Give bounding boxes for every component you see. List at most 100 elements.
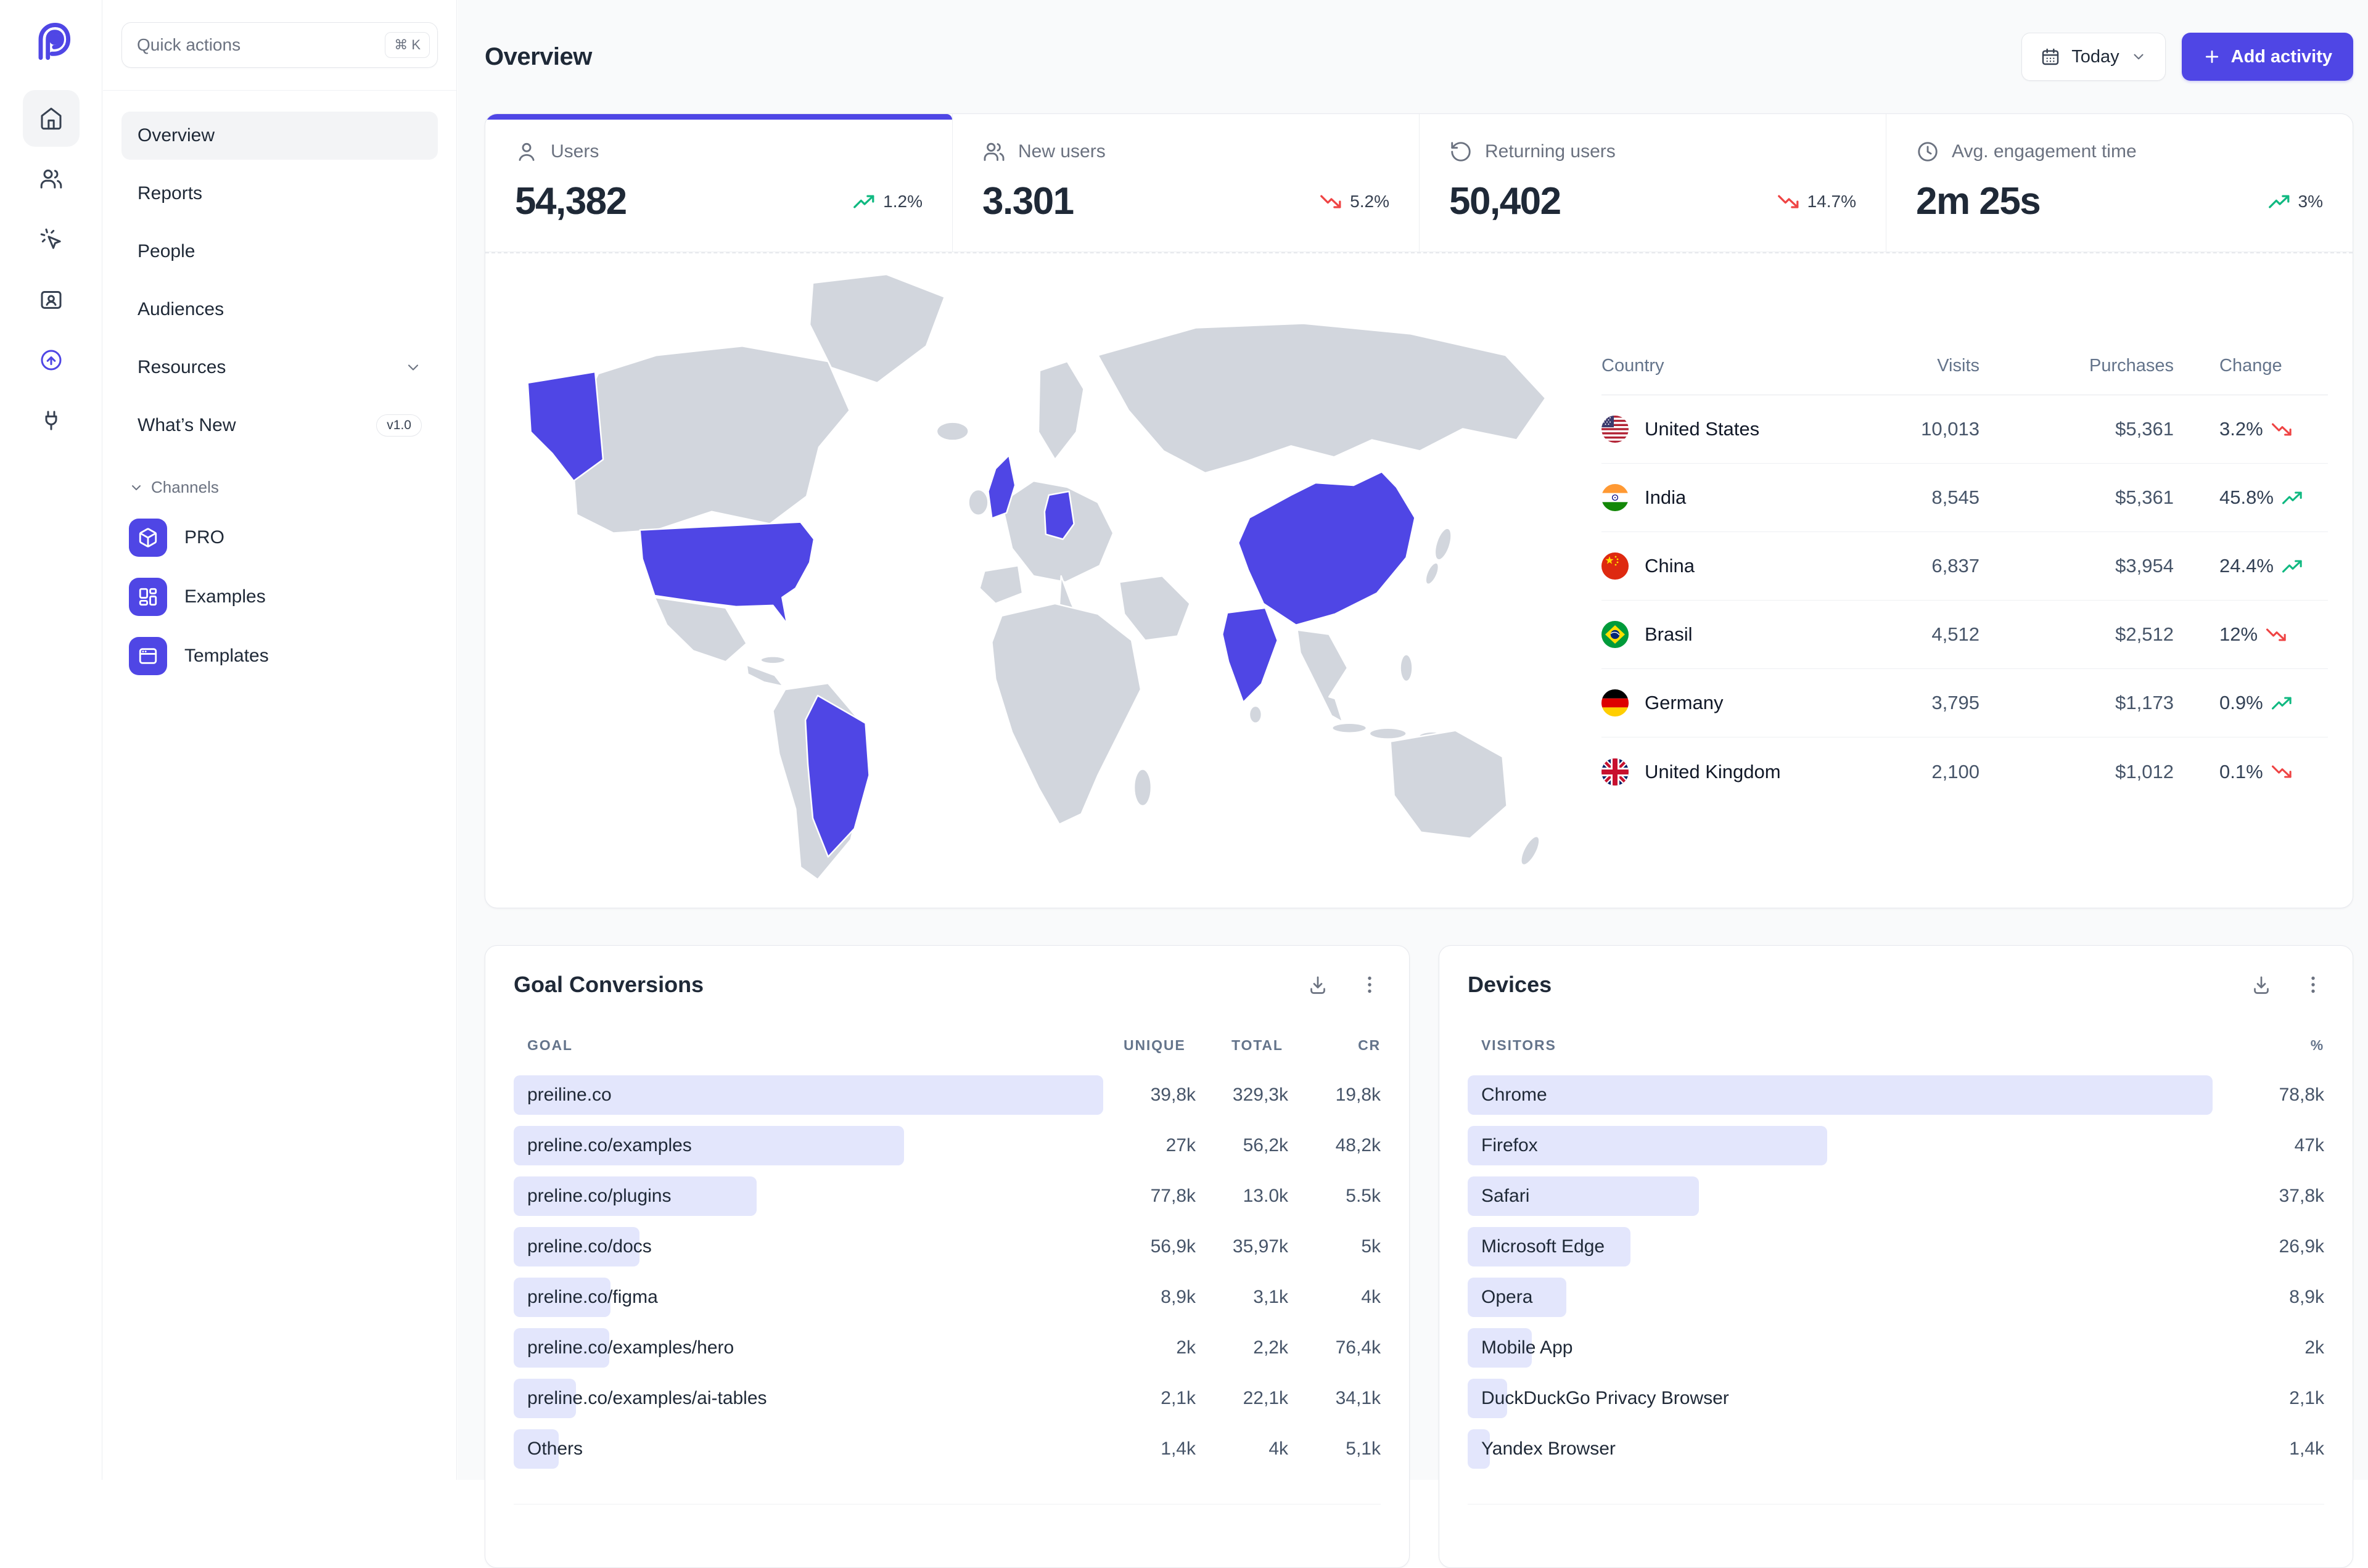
channel-item-templates[interactable]: Templates — [121, 626, 438, 686]
de-flag-icon — [1601, 689, 1629, 716]
quick-actions-button[interactable]: Quick actions ⌘ K — [121, 22, 438, 68]
panel-actions — [2250, 974, 2324, 996]
sidebar-item-audiences[interactable]: Audiences — [121, 285, 438, 334]
rail-item-plug-icon[interactable] — [23, 392, 80, 449]
overview-card: Users 54,382 1.2% New users 3.301 5.2% — [485, 113, 2353, 908]
device-name: DuckDuckGo Privacy Browser — [1481, 1388, 1729, 1409]
country-visits: 6,837 — [1862, 555, 1980, 577]
sidebar-item-label: Reports — [138, 183, 202, 204]
channel-item-pro[interactable]: PRO — [121, 508, 438, 567]
device-value: 1,4k — [2289, 1439, 2324, 1459]
goal-total: 2,2k — [1196, 1337, 1288, 1358]
change-value: 24.4% — [2219, 555, 2274, 577]
sidebar-item-what-s-new[interactable]: What’s New v1.0 — [121, 401, 438, 449]
goal-unique: 56,9k — [1103, 1236, 1196, 1257]
goal-unique: 1,4k — [1103, 1439, 1196, 1459]
goal-cr: 4k — [1288, 1287, 1381, 1308]
preline-logo[interactable] — [30, 20, 72, 62]
kebab-menu-icon[interactable] — [1359, 974, 1381, 996]
goal-total: 13.0k — [1196, 1186, 1288, 1207]
chevron-down-icon — [129, 480, 144, 495]
sidebar-item-reports[interactable]: Reports — [121, 170, 438, 218]
stat-trend: 1.2% — [853, 192, 923, 211]
rail-item-home-icon[interactable] — [23, 90, 80, 147]
stat-trend: 5.2% — [1320, 192, 1389, 211]
goal-row-preline-co-figma: preline.co/figma 8,9k 3,1k 4k — [514, 1272, 1381, 1323]
rail-item-users-icon[interactable] — [23, 150, 80, 207]
chevron-down-icon — [2131, 49, 2147, 65]
stat-tile-new-users[interactable]: New users 3.301 5.2% — [952, 114, 1419, 252]
map-mexico — [655, 597, 747, 662]
sidebar-item-label: Resources — [138, 357, 226, 378]
device-name: Mobile App — [1481, 1337, 1572, 1358]
country-change: 0.9% — [2174, 692, 2328, 714]
panel-title: Goal Conversions — [514, 972, 704, 998]
add-activity-button[interactable]: Add activity — [2182, 33, 2353, 81]
goal-row-preline-co-examples: preline.co/examples 27k 56,2k 48,2k — [514, 1120, 1381, 1171]
channels-label: Channels — [151, 478, 219, 497]
trend-down-icon — [2272, 422, 2293, 437]
column-purchases: Purchases — [1980, 356, 2174, 376]
device-row-chrome: Chrome 78,8k — [1468, 1070, 2324, 1120]
goal-total: 4k — [1196, 1439, 1288, 1459]
trend-up-icon — [2269, 194, 2291, 210]
trend-value: 5.2% — [1350, 192, 1389, 211]
column-total: TOTAL — [1191, 1037, 1283, 1054]
column-visits: Visits — [1862, 356, 1980, 376]
country-name: Germany — [1645, 692, 1723, 714]
country-name: United Kingdom — [1645, 761, 1781, 783]
stat-tile-returning-users[interactable]: Returning users 50,402 14.7% — [1419, 114, 1886, 252]
goal-total: 329,3k — [1196, 1085, 1288, 1106]
country-visits: 8,545 — [1862, 486, 1980, 509]
download-icon[interactable] — [2250, 974, 2272, 996]
column-unique: UNIQUE — [1093, 1037, 1186, 1054]
world-map — [494, 269, 1573, 892]
panel-title: Devices — [1468, 972, 1552, 998]
stat-tile-users[interactable]: Users 54,382 1.2% — [485, 114, 952, 252]
rail-item-arrow-up-circle-icon[interactable] — [23, 332, 80, 388]
stat-tile-avg-engagement-time[interactable]: Avg. engagement time 2m 25s 3% — [1886, 114, 2353, 252]
country-table: Country Visits Purchases Change United S… — [1573, 269, 2334, 892]
goal-unique: 2,1k — [1103, 1388, 1196, 1409]
sidebar-item-resources[interactable]: Resources — [121, 343, 438, 392]
map-ireland — [969, 490, 989, 515]
shortcut-badge: ⌘ K — [385, 32, 430, 58]
channel-item-examples[interactable]: Examples — [121, 567, 438, 626]
country-rows: United States 10,013 $5,361 3.2% India 8… — [1601, 395, 2328, 806]
map-japan — [1431, 527, 1454, 562]
goal-cr: 48,2k — [1288, 1135, 1381, 1156]
device-value: 37,8k — [2279, 1186, 2324, 1207]
stat-label: Returning users — [1485, 141, 1616, 162]
panel-actions — [1307, 974, 1381, 996]
column-change: Change — [2174, 356, 2328, 376]
date-range-button[interactable]: Today — [2021, 33, 2165, 81]
rail-item-cursor-click-icon[interactable] — [23, 211, 80, 268]
country-purchases: $3,954 — [1980, 555, 2174, 577]
map-alaska — [528, 372, 603, 481]
download-icon[interactable] — [1307, 974, 1329, 996]
sidebar-item-people[interactable]: People — [121, 228, 438, 276]
channel-label: Templates — [184, 646, 269, 667]
geo-section: Country Visits Purchases Change United S… — [485, 252, 2353, 908]
trend-down-icon — [2272, 764, 2293, 779]
sidebar-item-overview[interactable]: Overview — [121, 112, 438, 160]
map-iceland — [937, 422, 969, 441]
stat-label: New users — [1018, 141, 1106, 162]
device-value: 2k — [2304, 1337, 2324, 1358]
country-name: Brasil — [1645, 623, 1693, 646]
goal-total: 3,1k — [1196, 1287, 1288, 1308]
column-country: Country — [1601, 356, 1862, 376]
rail-item-contact-card-icon[interactable] — [23, 271, 80, 328]
device-name: Firefox — [1481, 1135, 1538, 1156]
device-name: Safari — [1481, 1186, 1529, 1207]
channels-section-toggle[interactable]: Channels — [121, 478, 438, 497]
panel-footer — [514, 1504, 1381, 1559]
map-canada — [570, 346, 849, 533]
goal-cr: 5,1k — [1288, 1439, 1381, 1459]
stat-value: 54,382 — [515, 179, 627, 223]
country-visits: 2,100 — [1862, 761, 1980, 783]
country-table-header: Country Visits Purchases Change — [1601, 356, 2328, 395]
layout-icon — [129, 578, 167, 616]
kebab-menu-icon[interactable] — [2302, 974, 2324, 996]
country-name: China — [1645, 555, 1695, 577]
